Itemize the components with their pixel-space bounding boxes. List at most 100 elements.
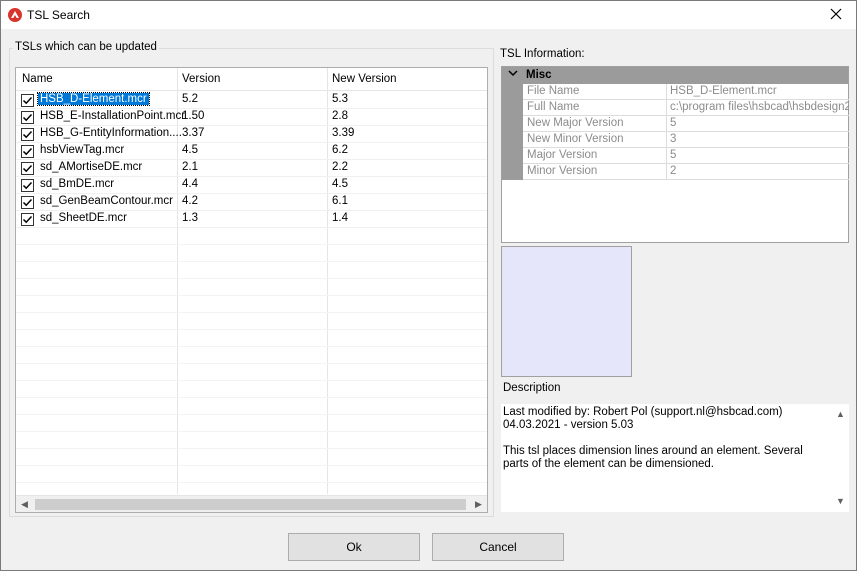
table-row[interactable]: sd_GenBeamContour.mcr 4.2 6.1	[16, 194, 487, 211]
row-checkbox[interactable]	[21, 94, 34, 107]
property-row[interactable]: Minor Version 2	[523, 164, 849, 180]
empty-row	[16, 296, 487, 313]
empty-row	[16, 347, 487, 364]
property-name: File Name	[527, 85, 580, 97]
table-row[interactable]: sd_AMortiseDE.mcr 2.1 2.2	[16, 160, 487, 177]
row-name: sd_BmDE.mcr	[40, 178, 115, 190]
row-version: 2.1	[182, 161, 198, 173]
property-row[interactable]: New Minor Version 3	[523, 132, 849, 148]
property-name: Full Name	[527, 101, 580, 113]
property-divider	[666, 132, 667, 148]
table-row[interactable]: HSB_E-InstallationPoint.mcr 1.50 2.8	[16, 109, 487, 126]
row-new-version: 2.8	[332, 110, 348, 122]
category-misc[interactable]: Misc	[502, 67, 848, 84]
row-version: 5.2	[182, 93, 198, 105]
scroll-thumb[interactable]	[35, 499, 466, 510]
row-name: HSB_E-InstallationPoint.mcr	[40, 110, 186, 122]
chevron-down-icon[interactable]	[508, 68, 518, 81]
row-name: sd_AMortiseDE.mcr	[40, 161, 143, 173]
property-value: 2	[670, 165, 677, 177]
app-logo-icon	[7, 7, 23, 23]
title-bar: TSL Search	[1, 1, 856, 29]
description-line: This tsl places dimension lines around a…	[503, 445, 803, 470]
description-label: Description	[503, 382, 561, 394]
close-button[interactable]	[816, 1, 856, 29]
property-name: Major Version	[527, 149, 598, 161]
vertical-scrollbar[interactable]: ▲ ▼	[832, 404, 849, 512]
row-new-version: 6.1	[332, 195, 348, 207]
list-header: Name Version New Version	[16, 68, 487, 91]
row-version: 1.3	[182, 212, 198, 224]
table-row[interactable]: HSB_D-Element.mcr 5.2 5.3	[16, 92, 487, 109]
row-checkbox[interactable]	[21, 179, 34, 192]
row-checkbox[interactable]	[21, 162, 34, 175]
column-header-name[interactable]: Name	[22, 73, 53, 85]
description-line: 04.03.2021 - version 5.03	[503, 419, 634, 431]
row-new-version: 3.39	[332, 127, 355, 139]
empty-row	[16, 279, 487, 296]
window-title: TSL Search	[27, 8, 90, 22]
table-row[interactable]: hsbViewTag.mcr 4.5 6.2	[16, 143, 487, 160]
row-name: HSB_D-Element.mcr	[37, 92, 150, 106]
row-version: 4.2	[182, 195, 198, 207]
ok-button[interactable]: Ok	[288, 533, 420, 561]
property-row[interactable]: File Name HSB_D-Element.mcr	[523, 84, 849, 100]
row-version: 3.37	[182, 127, 205, 139]
property-divider	[666, 148, 667, 164]
table-row[interactable]: sd_SheetDE.mcr 1.3 1.4	[16, 211, 487, 228]
description-line: Last modified by: Robert Pol (support.nl…	[503, 406, 783, 418]
empty-row	[16, 245, 487, 262]
grid-gutter	[502, 84, 523, 180]
scroll-right-icon[interactable]: ▶	[470, 496, 487, 512]
row-checkbox[interactable]	[21, 196, 34, 209]
property-divider	[666, 84, 667, 100]
tsl-info-label: TSL Information:	[500, 48, 585, 60]
property-divider	[666, 164, 667, 180]
scroll-up-icon[interactable]: ▲	[836, 408, 845, 421]
description-line	[503, 432, 828, 445]
empty-row	[16, 381, 487, 398]
description-textbox[interactable]: Last modified by: Robert Pol (support.nl…	[501, 404, 849, 512]
row-new-version: 5.3	[332, 93, 348, 105]
empty-row	[16, 449, 487, 466]
row-name: sd_GenBeamContour.mcr	[40, 195, 173, 207]
empty-row	[16, 432, 487, 449]
property-divider	[666, 100, 667, 116]
row-version: 1.50	[182, 110, 205, 122]
property-name: New Minor Version	[527, 133, 624, 145]
property-value: c:\program files\hsbcad\hsbdesign24	[670, 101, 849, 113]
property-row[interactable]: New Major Version 5	[523, 116, 849, 132]
cancel-button[interactable]: Cancel	[432, 533, 564, 561]
property-row[interactable]: Major Version 5	[523, 148, 849, 164]
row-checkbox[interactable]	[21, 111, 34, 124]
column-header-new-version[interactable]: New Version	[332, 73, 397, 85]
row-name: sd_SheetDE.mcr	[40, 212, 127, 224]
column-header-version[interactable]: Version	[182, 73, 220, 85]
property-name: New Major Version	[527, 117, 624, 129]
scroll-down-icon[interactable]: ▼	[836, 495, 845, 508]
row-new-version: 2.2	[332, 161, 348, 173]
property-grid[interactable]: Misc File Name HSB_D-Element.mcr Full Name…	[501, 66, 849, 243]
empty-row	[16, 364, 487, 381]
row-name: hsbViewTag.mcr	[40, 144, 125, 156]
row-checkbox[interactable]	[21, 213, 34, 226]
group-legend: TSLs which can be updated	[13, 41, 159, 53]
table-row[interactable]: HSB_G-EntityInformation.... 3.37 3.39	[16, 126, 487, 143]
row-checkbox[interactable]	[21, 128, 34, 141]
row-version: 4.5	[182, 144, 198, 156]
tsl-preview	[501, 246, 632, 377]
horizontal-scrollbar[interactable]: ◀ ▶	[16, 495, 487, 512]
scroll-left-icon[interactable]: ◀	[16, 496, 33, 512]
row-new-version: 1.4	[332, 212, 348, 224]
tsl-list[interactable]: Name Version New Version HSB_D-Element.m…	[15, 67, 488, 513]
empty-row	[16, 415, 487, 432]
property-row[interactable]: Full Name c:\program files\hsbcad\hsbdesi…	[523, 100, 849, 116]
table-row[interactable]: sd_BmDE.mcr 4.4 4.5	[16, 177, 487, 194]
property-name: Minor Version	[527, 165, 598, 177]
empty-row	[16, 228, 487, 245]
row-new-version: 6.2	[332, 144, 348, 156]
property-value: HSB_D-Element.mcr	[670, 85, 777, 97]
row-new-version: 4.5	[332, 178, 348, 190]
row-checkbox[interactable]	[21, 145, 34, 158]
empty-row	[16, 466, 487, 483]
